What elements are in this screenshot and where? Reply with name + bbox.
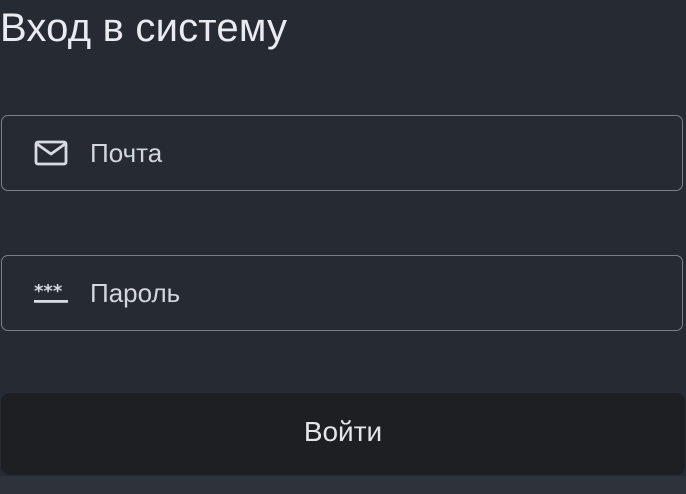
bottom-strip [0, 476, 686, 494]
page-title: Вход в систему [0, 6, 288, 50]
password-field[interactable]: *** [1, 255, 683, 331]
email-field[interactable] [1, 115, 683, 191]
email-input[interactable] [90, 116, 666, 190]
login-page: Вход в систему *** Войти [0, 0, 686, 494]
mail-icon [33, 138, 69, 168]
svg-text:***: *** [34, 281, 63, 302]
password-input[interactable] [90, 256, 666, 330]
password-dots-icon: *** [33, 278, 69, 308]
login-button[interactable]: Войти [1, 393, 685, 471]
